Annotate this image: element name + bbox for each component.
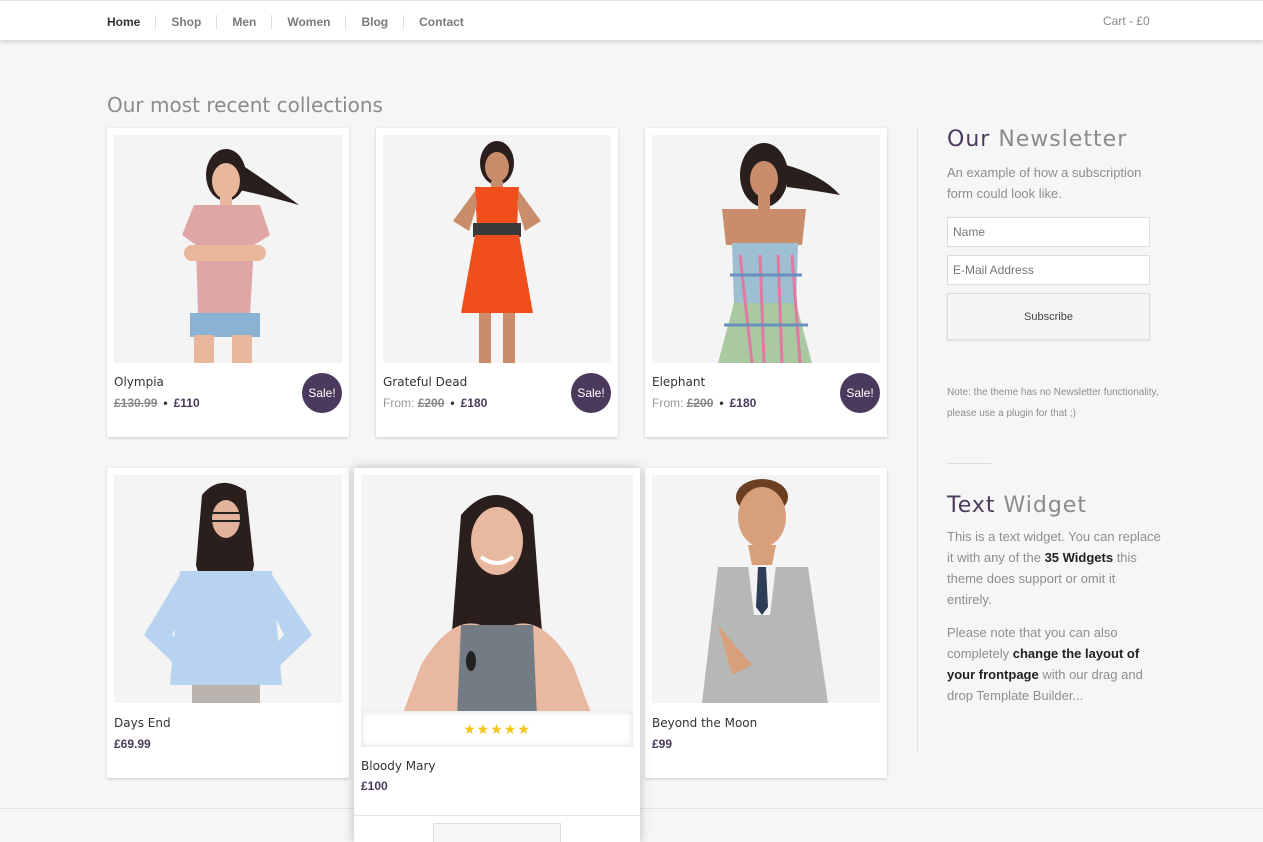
current-price: £99 bbox=[652, 737, 673, 751]
sale-badge: Sale! bbox=[840, 373, 880, 413]
sale-badge: Sale! bbox=[302, 373, 342, 413]
widget-title: Text Widget bbox=[947, 493, 1162, 518]
old-price: £200 bbox=[686, 396, 714, 410]
widget-separator bbox=[947, 463, 991, 464]
nav-item-home[interactable]: Home bbox=[107, 15, 155, 29]
nav-item-shop[interactable]: Shop bbox=[155, 15, 216, 29]
widget-title: Our Newsletter bbox=[947, 127, 1162, 152]
text-widget: Text Widget This is a text widget. You c… bbox=[947, 493, 1162, 706]
subscribe-button[interactable]: Subscribe bbox=[947, 293, 1150, 340]
section-title: Our most recent collections bbox=[107, 93, 383, 117]
product-name[interactable]: Grateful Dead bbox=[383, 375, 467, 389]
price-separator: • bbox=[719, 396, 724, 410]
price-prefix: From: bbox=[383, 396, 415, 410]
current-price: £180 bbox=[729, 396, 757, 410]
sidebar-divider bbox=[917, 128, 918, 752]
product-card-beyond-the-moon[interactable]: Beyond the Moon £99 bbox=[645, 468, 887, 778]
product-price: £69.99 bbox=[114, 737, 151, 751]
text-widget-paragraph-2: Please note that you can also completely… bbox=[947, 622, 1162, 706]
star-rating-icon: ★★★★★ bbox=[463, 720, 531, 737]
product-image[interactable] bbox=[114, 135, 342, 363]
top-navbar: Home Shop Men Women Blog Contact Cart - … bbox=[0, 0, 1263, 40]
product-card-elephant[interactable]: Elephant From: £200 • £180 Sale! bbox=[645, 128, 887, 437]
product-image[interactable] bbox=[361, 475, 633, 718]
widget-title-light: Widget bbox=[1003, 493, 1087, 518]
product-image[interactable] bbox=[383, 135, 611, 363]
newsletter-widget: Our Newsletter An example of how a subsc… bbox=[947, 127, 1162, 204]
text-widget-paragraph-1: This is a text widget. You can replace i… bbox=[947, 526, 1162, 610]
price-separator: • bbox=[450, 396, 455, 410]
widget-title-strong: Our bbox=[947, 127, 991, 152]
product-card-grateful-dead[interactable]: Grateful Dead From: £200 • £180 Sale! bbox=[376, 128, 618, 437]
old-price: £130.99 bbox=[114, 396, 158, 410]
product-price: £99 bbox=[652, 737, 672, 751]
email-field[interactable] bbox=[947, 255, 1150, 285]
product-price: From: £200 • £180 bbox=[652, 396, 756, 410]
nav-item-men[interactable]: Men bbox=[216, 15, 271, 29]
main-nav: Home Shop Men Women Blog Contact bbox=[107, 15, 479, 29]
price-prefix: From: bbox=[652, 396, 684, 410]
rating-bar: ★★★★★ bbox=[361, 711, 633, 747]
product-card-bloody-mary[interactable]: ★★★★★ Bloody Mary £100 bbox=[354, 468, 640, 842]
sale-badge: Sale! bbox=[571, 373, 611, 413]
product-name[interactable]: Beyond the Moon bbox=[652, 716, 757, 730]
current-price: £180 bbox=[460, 396, 488, 410]
widgets-link: 35 Widgets bbox=[1044, 550, 1114, 565]
product-card-olympia[interactable]: Olympia £130.99 • £110 Sale! bbox=[107, 128, 349, 437]
card-divider bbox=[354, 815, 640, 816]
product-image[interactable] bbox=[114, 475, 342, 703]
widget-title-strong: Text bbox=[947, 493, 996, 518]
current-price: £69.99 bbox=[114, 737, 151, 751]
nav-item-blog[interactable]: Blog bbox=[345, 15, 403, 29]
product-price: From: £200 • £180 bbox=[383, 396, 487, 410]
old-price: £200 bbox=[417, 396, 445, 410]
widget-title-light: Newsletter bbox=[998, 127, 1128, 152]
newsletter-note: Note: the theme has no Newsletter functi… bbox=[947, 387, 1159, 419]
current-price: £100 bbox=[361, 779, 388, 793]
product-name[interactable]: Bloody Mary bbox=[361, 759, 436, 773]
nav-item-contact[interactable]: Contact bbox=[403, 15, 479, 29]
product-name[interactable]: Days End bbox=[114, 716, 171, 730]
product-price: £130.99 • £110 bbox=[114, 396, 200, 410]
newsletter-description: An example of how a subscription form co… bbox=[947, 165, 1142, 201]
nav-item-women[interactable]: Women bbox=[271, 15, 345, 29]
price-separator: • bbox=[163, 396, 168, 410]
current-price: £110 bbox=[173, 396, 200, 410]
product-name[interactable]: Olympia bbox=[114, 375, 164, 389]
product-price: £100 bbox=[361, 779, 388, 793]
add-to-cart-button[interactable] bbox=[433, 823, 561, 842]
product-image[interactable] bbox=[652, 475, 880, 703]
product-name[interactable]: Elephant bbox=[652, 375, 705, 389]
product-card-days-end[interactable]: Days End £69.99 bbox=[107, 468, 349, 778]
name-field[interactable] bbox=[947, 217, 1150, 247]
product-image[interactable] bbox=[652, 135, 880, 363]
cart-link[interactable]: Cart - £0 bbox=[1103, 14, 1150, 28]
